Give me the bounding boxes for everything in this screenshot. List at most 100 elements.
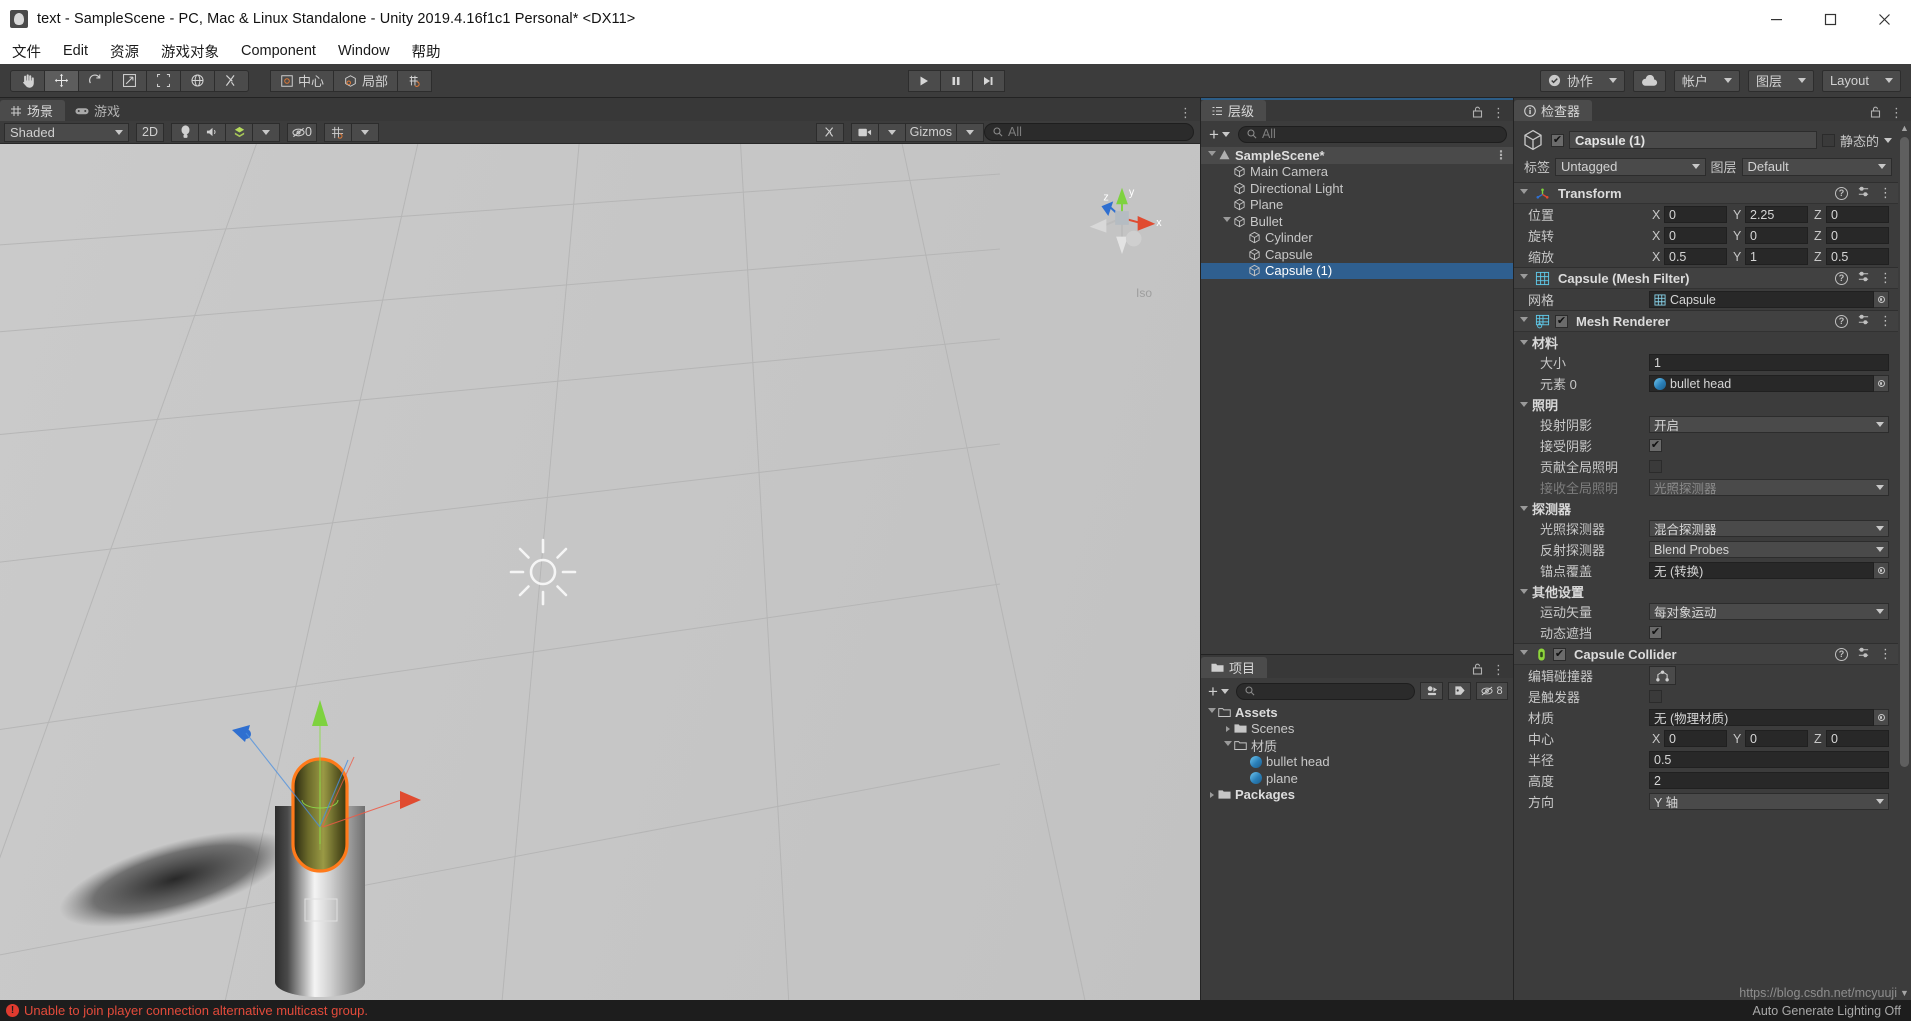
vector3-field[interactable]: X0Y0Z0 xyxy=(1649,730,1892,747)
hierarchy-item[interactable]: Capsule xyxy=(1201,246,1513,263)
layer-dropdown[interactable]: Default xyxy=(1741,157,1892,176)
value-field[interactable]: 0 xyxy=(1826,227,1889,244)
expand-arrow-icon[interactable] xyxy=(1205,151,1218,159)
component-enabled-checkbox[interactable]: ✔ xyxy=(1555,314,1568,328)
hidden-objects-toggle[interactable]: 0 xyxy=(287,122,317,142)
component-foldout-icon[interactable] xyxy=(1517,317,1530,325)
inspector-kebab-icon[interactable]: ⋮ xyxy=(1890,105,1903,121)
hierarchy-item[interactable]: SampleScene* ⋮ xyxy=(1201,147,1513,164)
collapse-arrow-icon[interactable] xyxy=(1221,725,1234,732)
gizmos-dropdown[interactable] xyxy=(956,122,984,142)
move-tool-button[interactable] xyxy=(44,69,79,92)
project-visibility-toggle[interactable]: 8 xyxy=(1476,682,1508,700)
object-field[interactable]: bullet head xyxy=(1649,375,1889,392)
scene-grid-dropdown[interactable] xyxy=(350,122,379,142)
pivot-mode-button[interactable]: 中心 xyxy=(270,69,335,92)
expand-arrow-icon[interactable] xyxy=(1205,708,1218,716)
hierarchy-tree[interactable]: SampleScene* ⋮ Main Camera Directional Ligh… xyxy=(1201,147,1513,654)
object-picker-icon[interactable] xyxy=(1874,709,1889,726)
rotate-tool-button[interactable] xyxy=(78,69,113,92)
tag-dropdown[interactable]: Untagged xyxy=(1555,157,1706,176)
scene-view-mode-label[interactable]: Iso xyxy=(1136,286,1152,300)
scene-component-tools-button[interactable] xyxy=(815,122,844,142)
component-foldout-icon[interactable] xyxy=(1517,650,1530,658)
snap-settings-button[interactable] xyxy=(397,69,433,92)
property-checkbox[interactable]: ✔ xyxy=(1649,626,1662,639)
minimize-button[interactable] xyxy=(1749,0,1803,38)
cloud-button[interactable] xyxy=(1632,69,1666,92)
inspector-lock-icon[interactable] xyxy=(1870,106,1881,121)
project-kebab-icon[interactable]: ⋮ xyxy=(1492,662,1505,678)
scroll-up-arrow-icon[interactable]: ▲ xyxy=(1900,123,1909,133)
component-foldout-icon[interactable] xyxy=(1517,189,1530,197)
menu-item-component[interactable]: Component xyxy=(241,43,316,59)
close-button[interactable] xyxy=(1857,0,1911,38)
object-enabled-checkbox[interactable]: ✔ xyxy=(1551,133,1564,147)
draw-mode-dropdown[interactable]: Shaded xyxy=(4,122,129,142)
toggle-2d-button[interactable]: 2D xyxy=(136,122,164,142)
project-item[interactable]: 材质 xyxy=(1201,737,1513,754)
hierarchy-create-button[interactable]: + xyxy=(1207,126,1232,143)
component-menu-icon[interactable]: ⋮ xyxy=(1879,646,1892,662)
dropdown-field[interactable]: Y 轴 xyxy=(1649,793,1889,810)
help-icon[interactable]: ? xyxy=(1835,271,1848,285)
scale-tool-button[interactable] xyxy=(112,69,147,92)
hierarchy-item[interactable]: Main Camera xyxy=(1201,164,1513,181)
scene-fx-dropdown[interactable] xyxy=(252,122,280,142)
tab-scene[interactable]: 场景 xyxy=(0,100,66,121)
scene-kebab-icon[interactable]: ⋮ xyxy=(1179,105,1192,121)
menu-item-assets[interactable]: 资源 xyxy=(110,41,139,62)
property-checkbox[interactable] xyxy=(1649,690,1662,703)
vector3-field[interactable]: X0Y0Z0 xyxy=(1649,227,1892,244)
component-menu-icon[interactable]: ⋮ xyxy=(1879,270,1892,286)
expand-arrow-icon[interactable] xyxy=(1221,741,1234,749)
directional-light-gizmo[interactable] xyxy=(507,536,579,611)
menu-item-file[interactable]: 文件 xyxy=(12,41,41,62)
scene-lighting-toggle[interactable] xyxy=(171,122,199,142)
edit-collider-button[interactable] xyxy=(1649,666,1676,685)
scene-grid-toggle[interactable] xyxy=(323,122,352,142)
value-field[interactable]: 0.5 xyxy=(1826,248,1889,265)
inspector-scroll-thumb[interactable] xyxy=(1900,137,1909,767)
scene-search-input[interactable]: All xyxy=(984,123,1194,141)
component-header-mesh-renderer[interactable]: ✔ Mesh Renderer? ⋮ xyxy=(1514,310,1898,332)
object-field[interactable]: Capsule xyxy=(1649,291,1889,308)
value-field[interactable]: 0 xyxy=(1826,730,1889,747)
project-item[interactable]: Scenes xyxy=(1201,721,1513,738)
menu-item-window[interactable]: Window xyxy=(338,43,390,59)
inspector-content[interactable]: ✔ Capsule (1) 静态的 标签 Untagged 图层 Default… xyxy=(1514,121,1911,1000)
hierarchy-item[interactable]: Directional Light xyxy=(1201,180,1513,197)
hierarchy-lock-icon[interactable] xyxy=(1472,106,1483,121)
gizmos-button[interactable]: Gizmos xyxy=(904,122,957,142)
scroll-down-arrow-icon[interactable]: ▼ xyxy=(1900,988,1909,998)
maximize-button[interactable] xyxy=(1803,0,1857,38)
section-foldout[interactable]: 其他设置 xyxy=(1514,581,1898,601)
component-foldout-icon[interactable] xyxy=(1517,274,1530,282)
scene-camera-button[interactable] xyxy=(850,122,879,142)
pivot-rotation-button[interactable]: 局部 xyxy=(333,69,399,92)
dropdown-field[interactable]: 每对象运动 xyxy=(1649,603,1889,620)
preset-icon[interactable] xyxy=(1857,313,1870,329)
play-button[interactable] xyxy=(907,69,941,92)
object-picker-icon[interactable] xyxy=(1874,562,1889,579)
preset-icon[interactable] xyxy=(1857,270,1870,286)
dropdown-field[interactable]: 开启 xyxy=(1649,416,1889,433)
layers-button[interactable]: 图层 xyxy=(1747,69,1814,92)
value-field[interactable]: 0 xyxy=(1745,227,1808,244)
project-search-input[interactable] xyxy=(1235,682,1415,700)
hierarchy-item[interactable]: Cylinder xyxy=(1201,230,1513,247)
project-tree[interactable]: Assets Scenes 材质 bullet head plane Packages xyxy=(1201,704,1513,1000)
value-field[interactable]: 0 xyxy=(1745,730,1808,747)
status-error-message[interactable]: Unable to join player connection alterna… xyxy=(24,1003,368,1018)
scene-viewport[interactable]: y z x Iso xyxy=(0,144,1200,1000)
project-item[interactable]: Assets xyxy=(1201,704,1513,721)
help-icon[interactable]: ? xyxy=(1835,647,1848,661)
hand-tool-button[interactable] xyxy=(10,69,45,92)
project-favorites-filter-button[interactable] xyxy=(1420,682,1443,700)
value-field[interactable]: 0 xyxy=(1664,206,1727,223)
project-create-button[interactable]: + xyxy=(1206,683,1231,700)
collapse-arrow-icon[interactable] xyxy=(1205,791,1218,798)
scene-camera-dropdown[interactable] xyxy=(877,122,906,142)
scene-audio-toggle[interactable] xyxy=(198,122,226,142)
section-foldout[interactable]: 探测器 xyxy=(1514,498,1898,518)
